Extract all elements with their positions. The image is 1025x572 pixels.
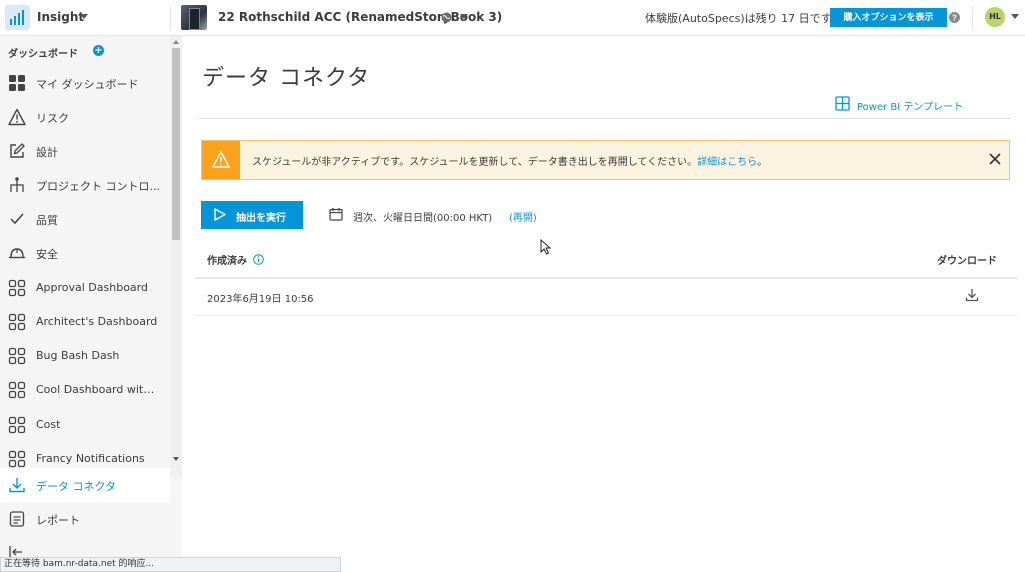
calendar-icon bbox=[329, 208, 343, 221]
sidebar-item-design[interactable]: 設計 bbox=[0, 134, 170, 168]
report-icon bbox=[9, 511, 25, 527]
sidebar-item-cool-dashboard[interactable]: Cool Dashboard with a... bbox=[0, 373, 170, 407]
hard-hat-icon bbox=[9, 248, 25, 259]
powerbi-template-label: Power BI テンプレート bbox=[857, 102, 964, 113]
sidebar-item-label: Cost bbox=[36, 418, 61, 431]
sidebar-item-risk[interactable]: リスク bbox=[0, 100, 170, 134]
sidebar-item-label: 安全 bbox=[36, 248, 58, 261]
hierarchy-icon bbox=[10, 177, 24, 192]
table-row: 2023年6月19日 10:56 bbox=[195, 279, 1017, 316]
globe-icon bbox=[441, 12, 452, 23]
grid-4-filled-icon bbox=[9, 75, 25, 91]
chevron-down-icon[interactable] bbox=[1011, 14, 1019, 19]
powerbi-grid-icon bbox=[835, 96, 850, 111]
user-avatar[interactable]: HL bbox=[985, 7, 1005, 27]
banner-icon-box bbox=[202, 141, 240, 179]
sidebar: ダッシュボード + マイ ダッシュボード リスク 設計 プロジェクト コントロ.… bbox=[0, 36, 182, 572]
buy-options-button[interactable]: 購入オプションを表示 bbox=[830, 8, 947, 27]
warning-triangle-icon bbox=[8, 108, 26, 126]
sidebar-item-cost[interactable]: Cost bbox=[0, 408, 170, 442]
sidebar-item-label: プロジェクト コントロ... bbox=[36, 180, 160, 193]
sidebar-item-label: マイ ダッシュボード bbox=[36, 78, 139, 91]
chevron-down-icon[interactable] bbox=[460, 14, 468, 19]
sidebar-item-label: Approval Dashboard bbox=[36, 281, 148, 294]
project-thumbnail[interactable] bbox=[181, 5, 207, 30]
chevron-down-icon[interactable] bbox=[80, 14, 88, 19]
sidebar-item-label: データ コネクタ bbox=[36, 480, 117, 493]
page-title: データ コネクタ bbox=[202, 66, 371, 91]
banner-message-text: スケジュールが非アクティブです。スケジュールを更新して、データ書き出しを再開して… bbox=[252, 157, 698, 168]
sidebar-heading: ダッシュボード bbox=[8, 49, 78, 60]
sidebar-item-label: Cool Dashboard with a... bbox=[36, 383, 160, 396]
sidebar-item-bug-bash-dash[interactable]: Bug Bash Dash bbox=[0, 339, 170, 373]
play-icon bbox=[214, 208, 226, 221]
sidebar-item-label: レポート bbox=[36, 514, 80, 527]
sidebar-item-label: Bug Bash Dash bbox=[36, 349, 120, 362]
column-header-download: ダウンロード bbox=[937, 256, 997, 267]
column-header-created[interactable]: 作成済み bbox=[207, 252, 247, 267]
add-dashboard-icon[interactable]: + bbox=[93, 45, 104, 56]
sidebar-item-safety[interactable]: 安全 bbox=[0, 236, 170, 270]
sidebar-item-report[interactable]: レポート bbox=[0, 502, 170, 536]
insight-logo-icon[interactable] bbox=[5, 5, 30, 30]
banner-message: スケジュールが非アクティブです。スケジュールを更新して、データ書き出しを再開して… bbox=[252, 153, 767, 168]
header-divider bbox=[972, 6, 973, 30]
learn-more-link[interactable]: 詳細はこちら bbox=[697, 157, 757, 168]
grid-4-outline-icon bbox=[8, 450, 26, 468]
sidebar-item-label: Architect's Dashboard bbox=[36, 315, 158, 328]
header-divider bbox=[170, 6, 171, 30]
checkmark-icon bbox=[10, 213, 24, 225]
grid-4-outline-icon bbox=[8, 313, 26, 331]
help-icon[interactable]: ? bbox=[949, 12, 960, 23]
schedule-text: 週次、火曜日日間(00:00 HKT) bbox=[353, 213, 493, 224]
download-icon bbox=[9, 478, 25, 493]
trial-status-text: 体験版(AutoSpecs)は残り 17 日です bbox=[645, 12, 832, 25]
sidebar-item-label: リスク bbox=[36, 112, 69, 125]
title-divider bbox=[199, 118, 1010, 119]
sidebar-item-approval-dashboard[interactable]: Approval Dashboard bbox=[0, 271, 170, 305]
sidebar-item-architects-dashboard[interactable]: Architect's Dashboard bbox=[0, 305, 170, 339]
sidebar-item-label: 品質 bbox=[36, 214, 58, 227]
sidebar-item-label: Francy Notifications bbox=[36, 452, 145, 465]
sidebar-scrollbar-thumb[interactable] bbox=[172, 48, 180, 240]
sidebar-item-project-control[interactable]: プロジェクト コントロ... bbox=[0, 168, 170, 202]
download-icon[interactable] bbox=[965, 288, 979, 302]
top-header: Insight 22 Rothschild ACC (RenamedStoryB… bbox=[0, 0, 1025, 36]
warning-triangle-icon bbox=[212, 151, 230, 168]
grid-4-outline-icon bbox=[8, 347, 26, 365]
sidebar-item-data-connector[interactable]: データ コネクタ bbox=[0, 468, 170, 502]
resume-schedule-link[interactable]: (再開) bbox=[509, 209, 537, 224]
created-date-cell: 2023年6月19日 10:56 bbox=[207, 294, 314, 305]
scroll-down-icon[interactable] bbox=[173, 457, 179, 461]
banner-message-suffix: 。 bbox=[757, 157, 768, 168]
scroll-up-icon[interactable] bbox=[173, 40, 179, 44]
run-extract-button[interactable]: 抽出を実行 bbox=[201, 201, 303, 229]
app-name[interactable]: Insight bbox=[37, 10, 84, 24]
svg-text:?: ? bbox=[952, 14, 957, 23]
sidebar-item-my-dashboard[interactable]: マイ ダッシュボード bbox=[0, 66, 170, 100]
run-extract-label: 抽出を実行 bbox=[236, 213, 286, 224]
info-icon[interactable] bbox=[253, 254, 264, 265]
grid-4-outline-icon bbox=[8, 279, 26, 297]
grid-4-outline-icon bbox=[8, 416, 26, 434]
sidebar-item-quality[interactable]: 品質 bbox=[0, 202, 170, 236]
close-icon[interactable] bbox=[989, 153, 1001, 165]
edit-square-icon bbox=[10, 143, 25, 158]
mouse-cursor-icon bbox=[540, 239, 551, 255]
grid-4-outline-icon bbox=[8, 381, 26, 399]
sidebar-item-label: 設計 bbox=[36, 146, 58, 159]
browser-status-bar: 正在等待 bam.nr-data.net 的响应... bbox=[0, 557, 341, 572]
schedule-warning-banner: スケジュールが非アクティブです。スケジュールを更新して、データ書き出しを再開して… bbox=[201, 140, 1010, 180]
